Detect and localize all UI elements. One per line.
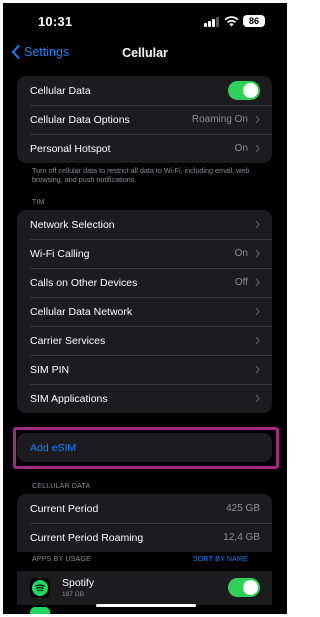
home-indicator[interactable] [96, 604, 196, 607]
app-row-spotify: Spotify 187 GB [17, 571, 272, 605]
cellular-data-network-row[interactable]: Cellular Data Network [17, 297, 272, 326]
carrier-group: Network Selection Wi-Fi Calling On Calls… [17, 210, 272, 413]
row-value: On [234, 248, 248, 259]
app-name: Spotify [62, 577, 95, 589]
sort-by-name-link[interactable]: SORT BY NAME [193, 556, 248, 563]
cellular-data-row: Cellular Data [17, 76, 272, 105]
page-title: Cellular [122, 46, 168, 60]
row-label: SIM PIN [30, 363, 70, 376]
chevron-right-icon [255, 307, 260, 316]
chevron-right-icon [255, 394, 260, 403]
row-label: Current Period Roaming [30, 531, 144, 544]
status-time: 10:31 [38, 14, 73, 29]
battery-icon: 86 [243, 15, 265, 27]
row-label: Current Period [30, 502, 99, 515]
cellular-settings-group: Cellular Data Cellular Data Options Roam… [17, 76, 272, 163]
navigation-bar: Settings Cellular [3, 39, 287, 65]
status-bar: 10:31 86 [3, 3, 287, 39]
network-selection-row[interactable]: Network Selection [17, 210, 272, 239]
chevron-right-icon [255, 278, 260, 287]
calls-on-other-devices-row[interactable]: Calls on Other Devices Off [17, 268, 272, 297]
cellular-data-footnote: Turn off cellular data to restrict all d… [32, 166, 250, 184]
usage-group: Current Period 425 GB Current Period Roa… [17, 494, 272, 552]
wifi-calling-row[interactable]: Wi-Fi Calling On [17, 239, 272, 268]
chevron-right-icon [255, 249, 260, 258]
chevron-right-icon [255, 336, 260, 345]
apps-by-usage-header: APPS BY USAGE [32, 556, 91, 563]
cellular-signal-icon [204, 17, 220, 27]
row-label: Cellular Data Network [30, 305, 133, 318]
carrier-services-row[interactable]: Carrier Services [17, 326, 272, 355]
row-value: Off [234, 277, 248, 288]
personal-hotspot-row[interactable]: Personal Hotspot On [17, 134, 272, 163]
current-period-row: Current Period 425 GB [17, 494, 272, 523]
cellular-data-options-label: Cellular Data Options [30, 113, 130, 126]
row-label: Network Selection [30, 218, 115, 231]
cellular-data-section-header: CELLULAR DATA [32, 483, 91, 490]
row-value: 425 GB [226, 503, 260, 514]
wifi-icon [224, 16, 239, 27]
phone-screen: 10:31 86 Settings Cellular Cellular Data [3, 3, 287, 614]
chevron-right-icon [255, 144, 260, 153]
row-label: SIM Applications [30, 392, 108, 405]
cellular-data-label: Cellular Data [30, 84, 91, 97]
row-value: 12,4 GB [223, 532, 260, 543]
row-label: Calls on Other Devices [30, 276, 138, 289]
sim-applications-row[interactable]: SIM Applications [17, 384, 272, 413]
spotify-icon [30, 578, 50, 598]
personal-hotspot-value: On [234, 143, 248, 154]
next-app-icon [30, 607, 50, 614]
current-period-roaming-row: Current Period Roaming 12,4 GB [17, 523, 272, 552]
annotation-highlight-box [13, 427, 279, 469]
carrier-section-header: TIM [32, 199, 45, 206]
cellular-data-options-row[interactable]: Cellular Data Options Roaming On [17, 105, 272, 134]
row-label: Carrier Services [30, 334, 106, 347]
spotify-cellular-toggle[interactable] [228, 578, 260, 597]
app-data-size: 187 GB [62, 591, 85, 598]
chevron-right-icon [255, 365, 260, 374]
sim-pin-row[interactable]: SIM PIN [17, 355, 272, 384]
chevron-right-icon [255, 115, 260, 124]
row-label: Wi-Fi Calling [30, 247, 90, 260]
cellular-data-options-value: Roaming On [191, 114, 248, 125]
personal-hotspot-label: Personal Hotspot [30, 142, 111, 155]
chevron-right-icon [255, 220, 260, 229]
cellular-data-toggle[interactable] [228, 81, 260, 100]
